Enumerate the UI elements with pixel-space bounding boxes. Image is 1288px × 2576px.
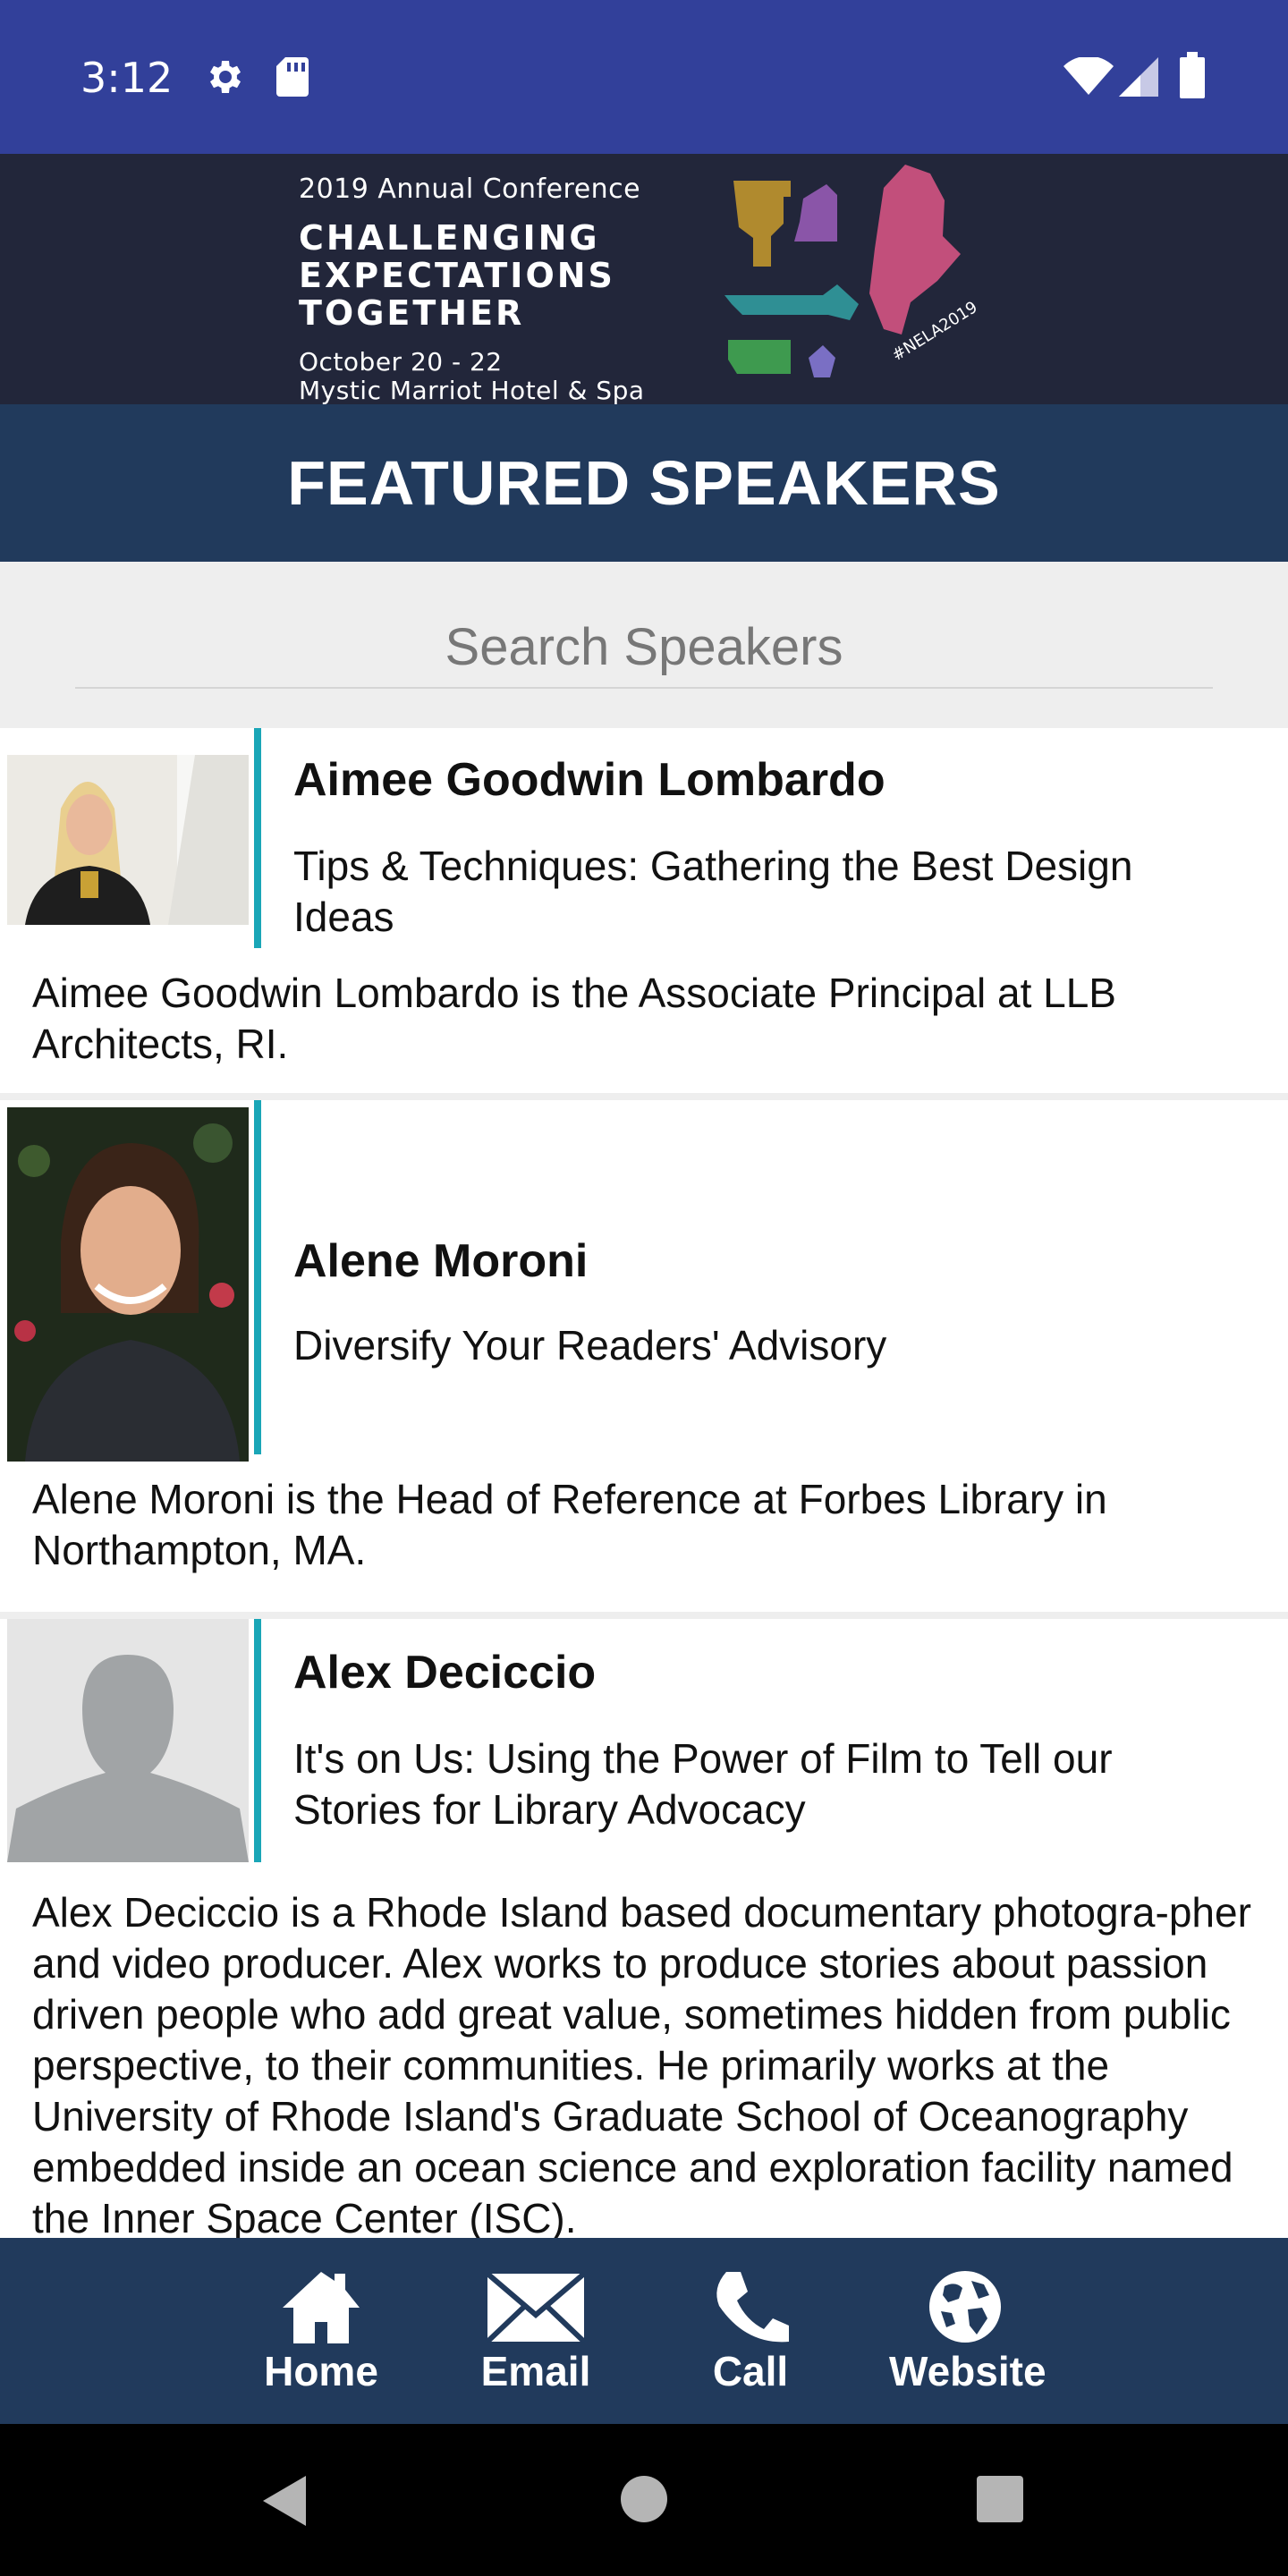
bottom-nav: Home Email Call Website xyxy=(0,2238,1288,2424)
home-circle-icon[interactable] xyxy=(621,2476,667,2522)
phone-icon xyxy=(716,2272,789,2343)
banner-subtitle: 2019 Annual Conference xyxy=(299,174,641,205)
speaker-session: Tips & Techniques: Gathering the Best De… xyxy=(293,843,1133,940)
speaker-card[interactable]: Aimee Goodwin Lombardo Tips & Techniques… xyxy=(0,728,1288,1093)
banner-venue: Mystic Marriot Hotel & Spa xyxy=(299,376,645,405)
speaker-divider xyxy=(0,1093,1288,1100)
speaker-accent-bar xyxy=(254,1100,261,1454)
nav-website-button[interactable]: Website xyxy=(889,2268,1046,2402)
nav-website-label: Website xyxy=(889,2348,1046,2394)
speaker-bio: Alex Deciccio is a Rhode Island based do… xyxy=(32,1889,1251,2238)
nav-home-label: Home xyxy=(264,2348,378,2394)
speaker-card[interactable]: Alex Deciccio It's on Us: Using the Powe… xyxy=(0,1619,1288,2238)
speaker-accent-bar xyxy=(254,728,261,948)
envelope-icon xyxy=(485,2271,587,2344)
banner-headline-line: EXPECTATIONS xyxy=(299,256,615,295)
banner-headline: CHALLENGING EXPECTATIONS TOGETHER xyxy=(299,219,692,332)
recent-apps-icon[interactable] xyxy=(977,2476,1023,2522)
speaker-list[interactable]: Aimee Goodwin Lombardo Tips & Techniques… xyxy=(0,728,1288,2238)
banner-headline-line: CHALLENGING xyxy=(299,218,600,258)
speaker-name: Alene Moroni xyxy=(293,1235,589,1287)
page-title: FEATURED SPEAKERS xyxy=(287,448,1001,518)
banner-headline-line: TOGETHER xyxy=(299,293,525,333)
nav-email-label: Email xyxy=(480,2348,591,2394)
banner-date: October 20 - 22 xyxy=(299,347,503,377)
banner-dates: October 20 - 22 Mystic Marriot Hotel & S… xyxy=(299,348,692,405)
conference-banner: 2019 Annual Conference CHALLENGING EXPEC… xyxy=(0,154,1288,405)
signal-icon xyxy=(1119,57,1158,97)
status-time: 3:12 xyxy=(80,54,174,102)
speaker-name: Alex Deciccio xyxy=(293,1647,597,1699)
speaker-bio: Aimee Goodwin Lombardo is the Associate … xyxy=(32,970,1116,1067)
speaker-bio: Alene Moroni is the Head of Reference at… xyxy=(32,1476,1107,1573)
wifi-icon xyxy=(1063,57,1114,95)
home-icon xyxy=(283,2272,360,2343)
speaker-session: It's on Us: Using the Power of Film to T… xyxy=(293,1735,1113,1833)
speaker-photo xyxy=(7,1107,249,1462)
speaker-divider xyxy=(0,1612,1288,1619)
back-icon[interactable] xyxy=(259,2474,308,2528)
page-header: FEATURED SPEAKERS xyxy=(0,404,1288,562)
battery-icon xyxy=(1180,52,1205,98)
speaker-session: Diversify Your Readers' Advisory xyxy=(293,1322,887,1368)
search-area xyxy=(0,562,1288,728)
status-bar: 3:12 xyxy=(0,0,1288,154)
speaker-photo xyxy=(7,755,249,925)
search-input[interactable] xyxy=(75,606,1213,689)
system-nav-bar xyxy=(0,2424,1288,2576)
banner-text: 2019 Annual Conference CHALLENGING EXPEC… xyxy=(299,165,692,405)
speaker-accent-bar xyxy=(254,1619,261,1862)
speaker-name: Aimee Goodwin Lombardo xyxy=(293,754,886,806)
new-england-puzzle-map: #NELA2019 xyxy=(724,165,981,377)
nav-email-button[interactable]: Email xyxy=(460,2268,612,2402)
globe-icon xyxy=(929,2271,1001,2343)
speaker-card[interactable]: Alene Moroni Diversify Your Readers' Adv… xyxy=(0,1100,1288,1612)
nav-call-label: Call xyxy=(712,2348,789,2394)
sd-card-icon xyxy=(276,57,309,97)
nav-home-button[interactable]: Home xyxy=(245,2268,397,2402)
nav-call-button[interactable]: Call xyxy=(674,2268,826,2402)
speaker-photo-placeholder xyxy=(7,1619,249,1862)
gear-icon xyxy=(210,61,241,93)
